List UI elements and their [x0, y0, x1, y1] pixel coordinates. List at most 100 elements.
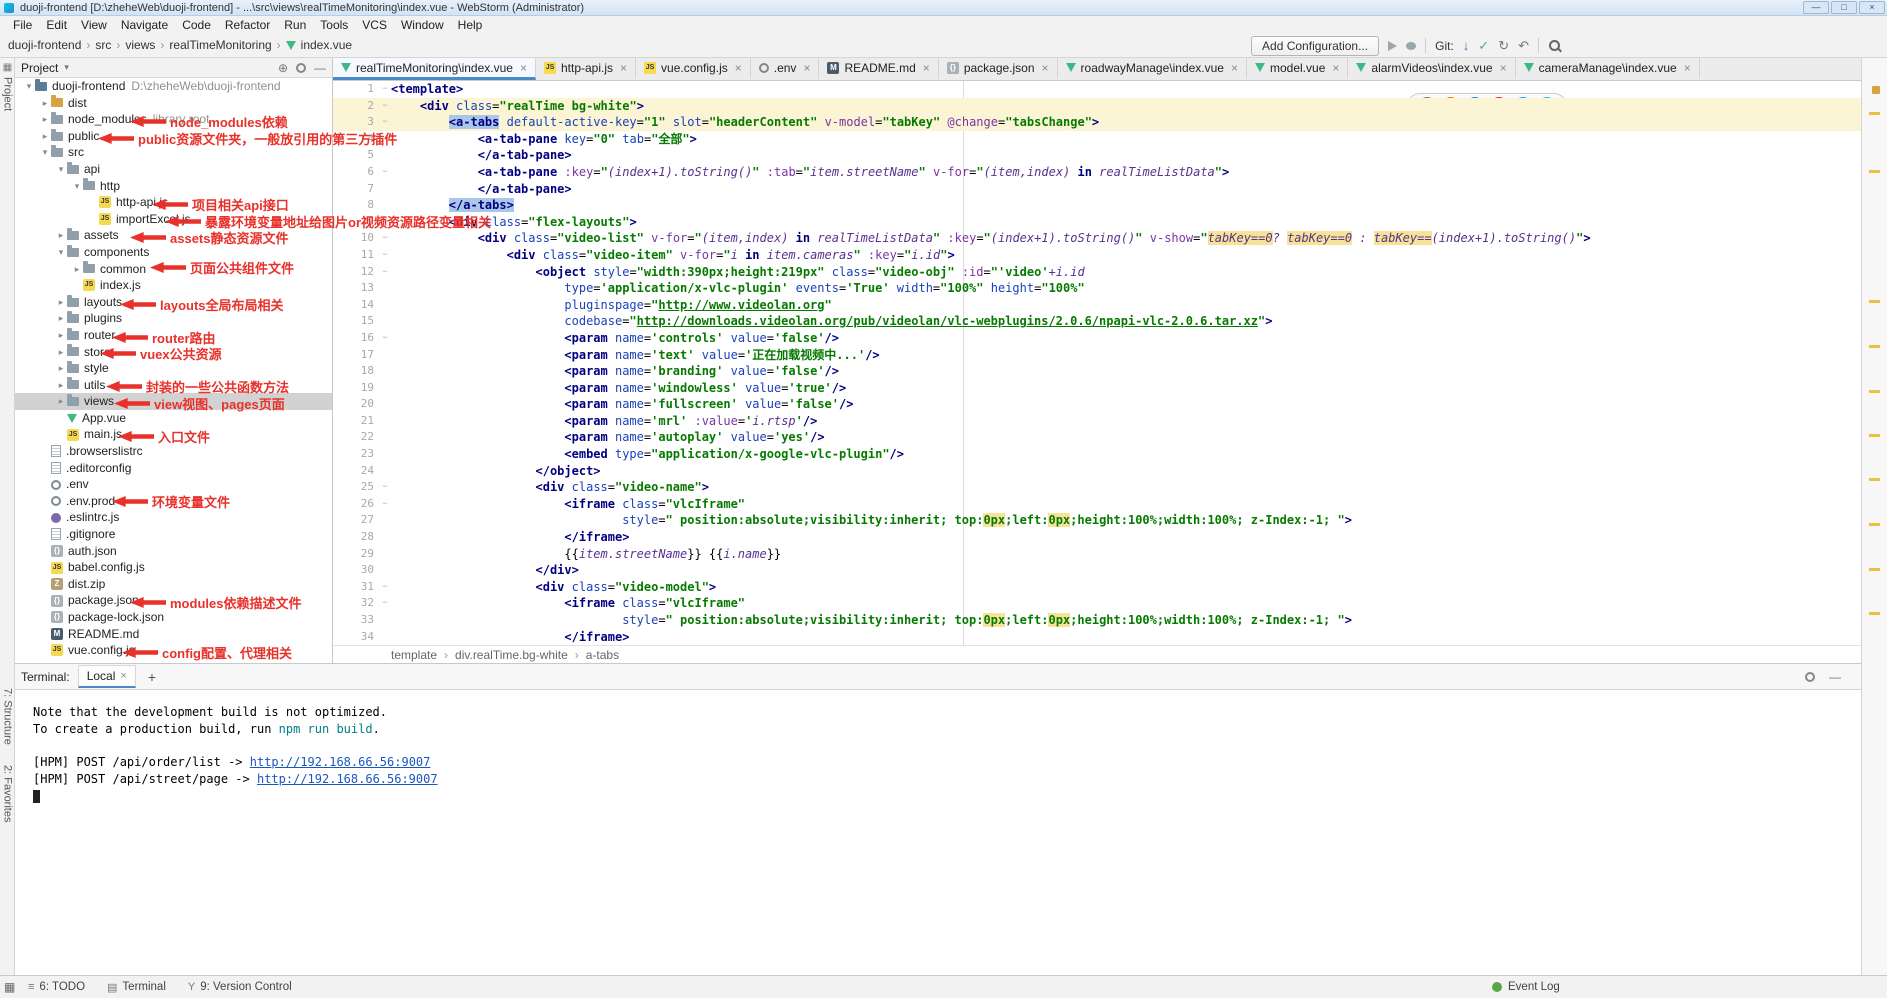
code-line[interactable]: 18 <param name='branding' value='false'/… — [333, 363, 1861, 380]
menu-item-view[interactable]: View — [74, 18, 114, 32]
fold-marker-icon[interactable]: − — [379, 264, 391, 281]
close-icon[interactable]: × — [1332, 61, 1339, 75]
editor-tab-readme-md[interactable]: MREADME.md× — [819, 58, 938, 80]
code-line[interactable]: 16− <param name='controls' value='false'… — [333, 330, 1861, 347]
editor-tab-env[interactable]: .env× — [751, 58, 820, 80]
git-commit-icon[interactable]: ✓ — [1478, 39, 1489, 52]
tree-item-env-prod[interactable]: .env.prod — [15, 493, 332, 510]
tree-item-package-lock-json[interactable]: {}package-lock.json — [15, 609, 332, 626]
chevron-right-icon[interactable]: ▸ — [55, 294, 67, 311]
code-line[interactable]: 30 </div> — [333, 562, 1861, 579]
breadcrumb-item-div-realtime-bg-white[interactable]: div.realTime.bg-white — [455, 648, 568, 662]
code-line[interactable]: 24 </object> — [333, 463, 1861, 480]
chevron-right-icon[interactable]: ▸ — [55, 393, 67, 410]
chevron-right-icon[interactable]: ▸ — [39, 111, 51, 128]
close-icon[interactable]: × — [735, 61, 742, 75]
inspection-status-icon[interactable] — [1872, 86, 1880, 94]
project-stripe-button[interactable]: ▦ Project — [0, 62, 15, 111]
code-line[interactable]: 32− <iframe class="vlcIframe" — [333, 595, 1861, 612]
chevron-right-icon[interactable]: ▸ — [55, 327, 67, 344]
code-line[interactable]: 9− <div class="flex-layouts"> — [333, 214, 1861, 231]
tree-item-dist[interactable]: ▸dist — [15, 95, 332, 112]
stripe-button-7-structure[interactable]: 7: Structure — [2, 688, 14, 745]
chevron-down-icon[interactable]: ▾ — [39, 144, 51, 161]
fold-marker-icon[interactable]: − — [379, 330, 391, 347]
tree-item-env[interactable]: .env — [15, 476, 332, 493]
fold-marker-icon[interactable]: − — [379, 247, 391, 264]
tree-item-main-js[interactable]: JSmain.js — [15, 426, 332, 443]
code-line[interactable]: 21 <param name='mrl' :value='i.rtsp'/> — [333, 413, 1861, 430]
code-line[interactable]: 27 style=" position:absolute;visibility:… — [333, 512, 1861, 529]
chevron-down-icon[interactable]: ▾ — [55, 161, 67, 178]
tree-item-http-api-js[interactable]: JShttp-api.js — [15, 194, 332, 211]
locate-icon[interactable]: ⊕ — [278, 62, 288, 74]
menu-item-code[interactable]: Code — [175, 18, 218, 32]
menu-item-file[interactable]: File — [6, 18, 39, 32]
code-line[interactable]: 33 style=" position:absolute;visibility:… — [333, 612, 1861, 629]
close-icon[interactable]: × — [1042, 61, 1049, 75]
tree-item-router[interactable]: ▸router — [15, 327, 332, 344]
tree-item-http[interactable]: ▾http — [15, 178, 332, 195]
tree-item-api[interactable]: ▾api — [15, 161, 332, 178]
fold-marker-icon[interactable]: − — [379, 230, 391, 247]
code-line[interactable]: 28 </iframe> — [333, 529, 1861, 546]
code-line[interactable]: 29 {{item.streetName}} {{i.name}} — [333, 546, 1861, 563]
close-icon[interactable]: × — [520, 61, 527, 75]
code-line[interactable]: 7 </a-tab-pane> — [333, 181, 1861, 198]
editor-tab-http-api-js[interactable]: JShttp-api.js× — [536, 58, 636, 80]
fold-marker-icon[interactable]: − — [379, 214, 391, 231]
tree-item-index-js[interactable]: JSindex.js — [15, 277, 332, 294]
tree-item-dist-zip[interactable]: Zdist.zip — [15, 576, 332, 593]
code-line[interactable]: 22 <param name='autoplay' value='yes'/> — [333, 429, 1861, 446]
close-icon[interactable]: × — [120, 670, 126, 682]
chevron-right-icon[interactable]: ▸ — [55, 377, 67, 394]
chevron-right-icon[interactable]: ▸ — [39, 128, 51, 145]
code-line[interactable]: 1−<template> — [333, 81, 1861, 98]
statusbar-6-todo[interactable]: ≡6: TODO — [28, 981, 85, 993]
tree-item-assets[interactable]: ▸assets — [15, 227, 332, 244]
code-line[interactable]: 25− <div class="video-name"> — [333, 479, 1861, 496]
tree-item-browserslistrc[interactable]: .browserslistrc — [15, 443, 332, 460]
editor-tab-cameramanage-index-vue[interactable]: cameraManage\index.vue× — [1516, 58, 1700, 80]
menu-item-tools[interactable]: Tools — [313, 18, 355, 32]
close-button[interactable]: × — [1859, 1, 1885, 14]
git-revert-icon[interactable]: ↶ — [1518, 39, 1529, 52]
chevron-down-icon[interactable]: ▾ — [23, 78, 35, 95]
code-line[interactable]: 23 <embed type="application/x-google-vlc… — [333, 446, 1861, 463]
editor-tab-roadwaymanage-index-vue[interactable]: roadwayManage\index.vue× — [1058, 58, 1247, 80]
chevron-right-icon[interactable]: ▸ — [55, 227, 67, 244]
fold-marker-icon[interactable]: − — [379, 98, 391, 115]
terminal-tab-local[interactable]: Local × — [78, 665, 136, 688]
tree-item-store[interactable]: ▸store — [15, 344, 332, 361]
code-line[interactable]: 12− <object style="width:390px;height:21… — [333, 264, 1861, 281]
tree-item-babel-config-js[interactable]: JSbabel.config.js — [15, 559, 332, 576]
menu-item-navigate[interactable]: Navigate — [114, 18, 175, 32]
tree-item-common[interactable]: ▸common — [15, 261, 332, 278]
code-line[interactable]: 14 pluginspage="http://www.videolan.org" — [333, 297, 1861, 314]
fold-marker-icon[interactable]: − — [379, 479, 391, 496]
git-update-icon[interactable]: ↓ — [1463, 39, 1470, 52]
close-icon[interactable]: × — [620, 61, 627, 75]
tree-item-package-json[interactable]: {}package.json — [15, 592, 332, 609]
fold-marker-icon[interactable]: − — [379, 595, 391, 612]
hide-panel-icon[interactable]: — — [1829, 671, 1841, 683]
close-icon[interactable]: × — [803, 61, 810, 75]
breadcrumb-item-duoji-frontend[interactable]: duoji-frontend — [8, 38, 81, 52]
menu-item-refactor[interactable]: Refactor — [218, 18, 277, 32]
code-line[interactable]: 11− <div class="video-item" v-for="i in … — [333, 247, 1861, 264]
fold-marker-icon[interactable]: − — [379, 81, 391, 98]
menu-item-help[interactable]: Help — [451, 18, 490, 32]
editor-tab-model-vue[interactable]: model.vue× — [1247, 58, 1348, 80]
code-line[interactable]: 4 <a-tab-pane key="0" tab="全部"> — [333, 131, 1861, 148]
statusbar-terminal[interactable]: ▤Terminal — [107, 981, 166, 994]
breadcrumb-item-realtimemonitoring[interactable]: realTimeMonitoring — [169, 38, 271, 52]
code-line[interactable]: 13 type='application/x-vlc-plugin' event… — [333, 280, 1861, 297]
tree-item-layouts[interactable]: ▸layouts — [15, 294, 332, 311]
tree-item-plugins[interactable]: ▸plugins — [15, 310, 332, 327]
new-terminal-button[interactable]: + — [144, 669, 160, 685]
fold-marker-icon[interactable]: − — [379, 579, 391, 596]
code-line[interactable]: 26− <iframe class="vlcIframe" — [333, 496, 1861, 513]
code-line[interactable]: 20 <param name='fullscreen' value='false… — [333, 396, 1861, 413]
chevron-right-icon[interactable]: ▸ — [39, 95, 51, 112]
terminal-output[interactable]: Note that the development build is not o… — [15, 690, 1861, 805]
